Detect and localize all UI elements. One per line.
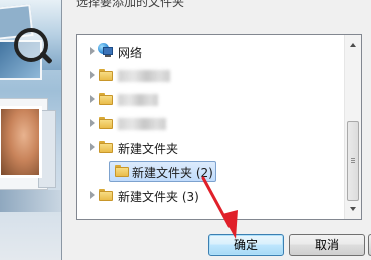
expand-arrow-icon[interactable] [90, 119, 95, 127]
tree-item-label: 新建文件夹 (2) [132, 166, 213, 180]
tree-item-label: 新建文件夹 (3) [118, 190, 199, 204]
scroll-down-button[interactable] [346, 201, 360, 217]
cancel-button[interactable]: 取消 [289, 234, 365, 256]
tree-item-folder[interactable] [77, 64, 344, 88]
tree-item-new-folder-2[interactable]: 新建文件夹 (2) [77, 160, 344, 184]
expand-arrow-icon[interactable] [90, 95, 95, 103]
vertical-scrollbar[interactable] [344, 35, 361, 219]
expand-arrow-icon[interactable] [90, 191, 95, 199]
network-icon [98, 43, 114, 58]
expand-arrow-icon[interactable] [90, 47, 95, 55]
redacted-folder-name [118, 94, 158, 106]
portrait-photo [0, 106, 42, 178]
folder-icon [99, 189, 113, 201]
tree-item-new-folder-3[interactable]: 新建文件夹 (3) [77, 184, 344, 208]
tree-item-label: 网络 [118, 46, 143, 60]
tree-item-folder[interactable] [77, 88, 344, 112]
folder-icon [115, 165, 129, 177]
folder-tree-list: 网络 新建文件夹 新建文件夹 (2) 新建文件夹 (3) [77, 35, 344, 219]
scrollbar-thumb[interactable] [347, 121, 359, 201]
expand-arrow-icon[interactable] [90, 71, 95, 79]
expand-arrow-icon[interactable] [90, 143, 95, 151]
ok-button[interactable]: 确定 [208, 234, 284, 256]
redacted-folder-name [118, 70, 170, 82]
tree-item-folder[interactable] [77, 112, 344, 136]
background-photo-area [0, 0, 61, 260]
tree-item-label: 新建文件夹 [118, 142, 179, 156]
browse-folder-dialog: 选择要添加的文件夹 网络 新建文件夹 新建文件夹 (2) 新建文件夹 (3) 确… [61, 0, 371, 260]
folder-tree[interactable]: 网络 新建文件夹 新建文件夹 (2) 新建文件夹 (3) [76, 34, 362, 220]
tree-item-new-folder[interactable]: 新建文件夹 [77, 136, 344, 160]
folder-icon [99, 141, 113, 153]
folder-icon [99, 117, 113, 129]
dialog-instruction: 选择要添加的文件夹 [76, 0, 185, 9]
tree-item-network[interactable]: 网络 [77, 40, 344, 64]
scroll-up-button[interactable] [346, 37, 360, 53]
folder-icon [99, 69, 113, 81]
folder-icon [99, 93, 113, 105]
redacted-folder-name [118, 118, 166, 130]
